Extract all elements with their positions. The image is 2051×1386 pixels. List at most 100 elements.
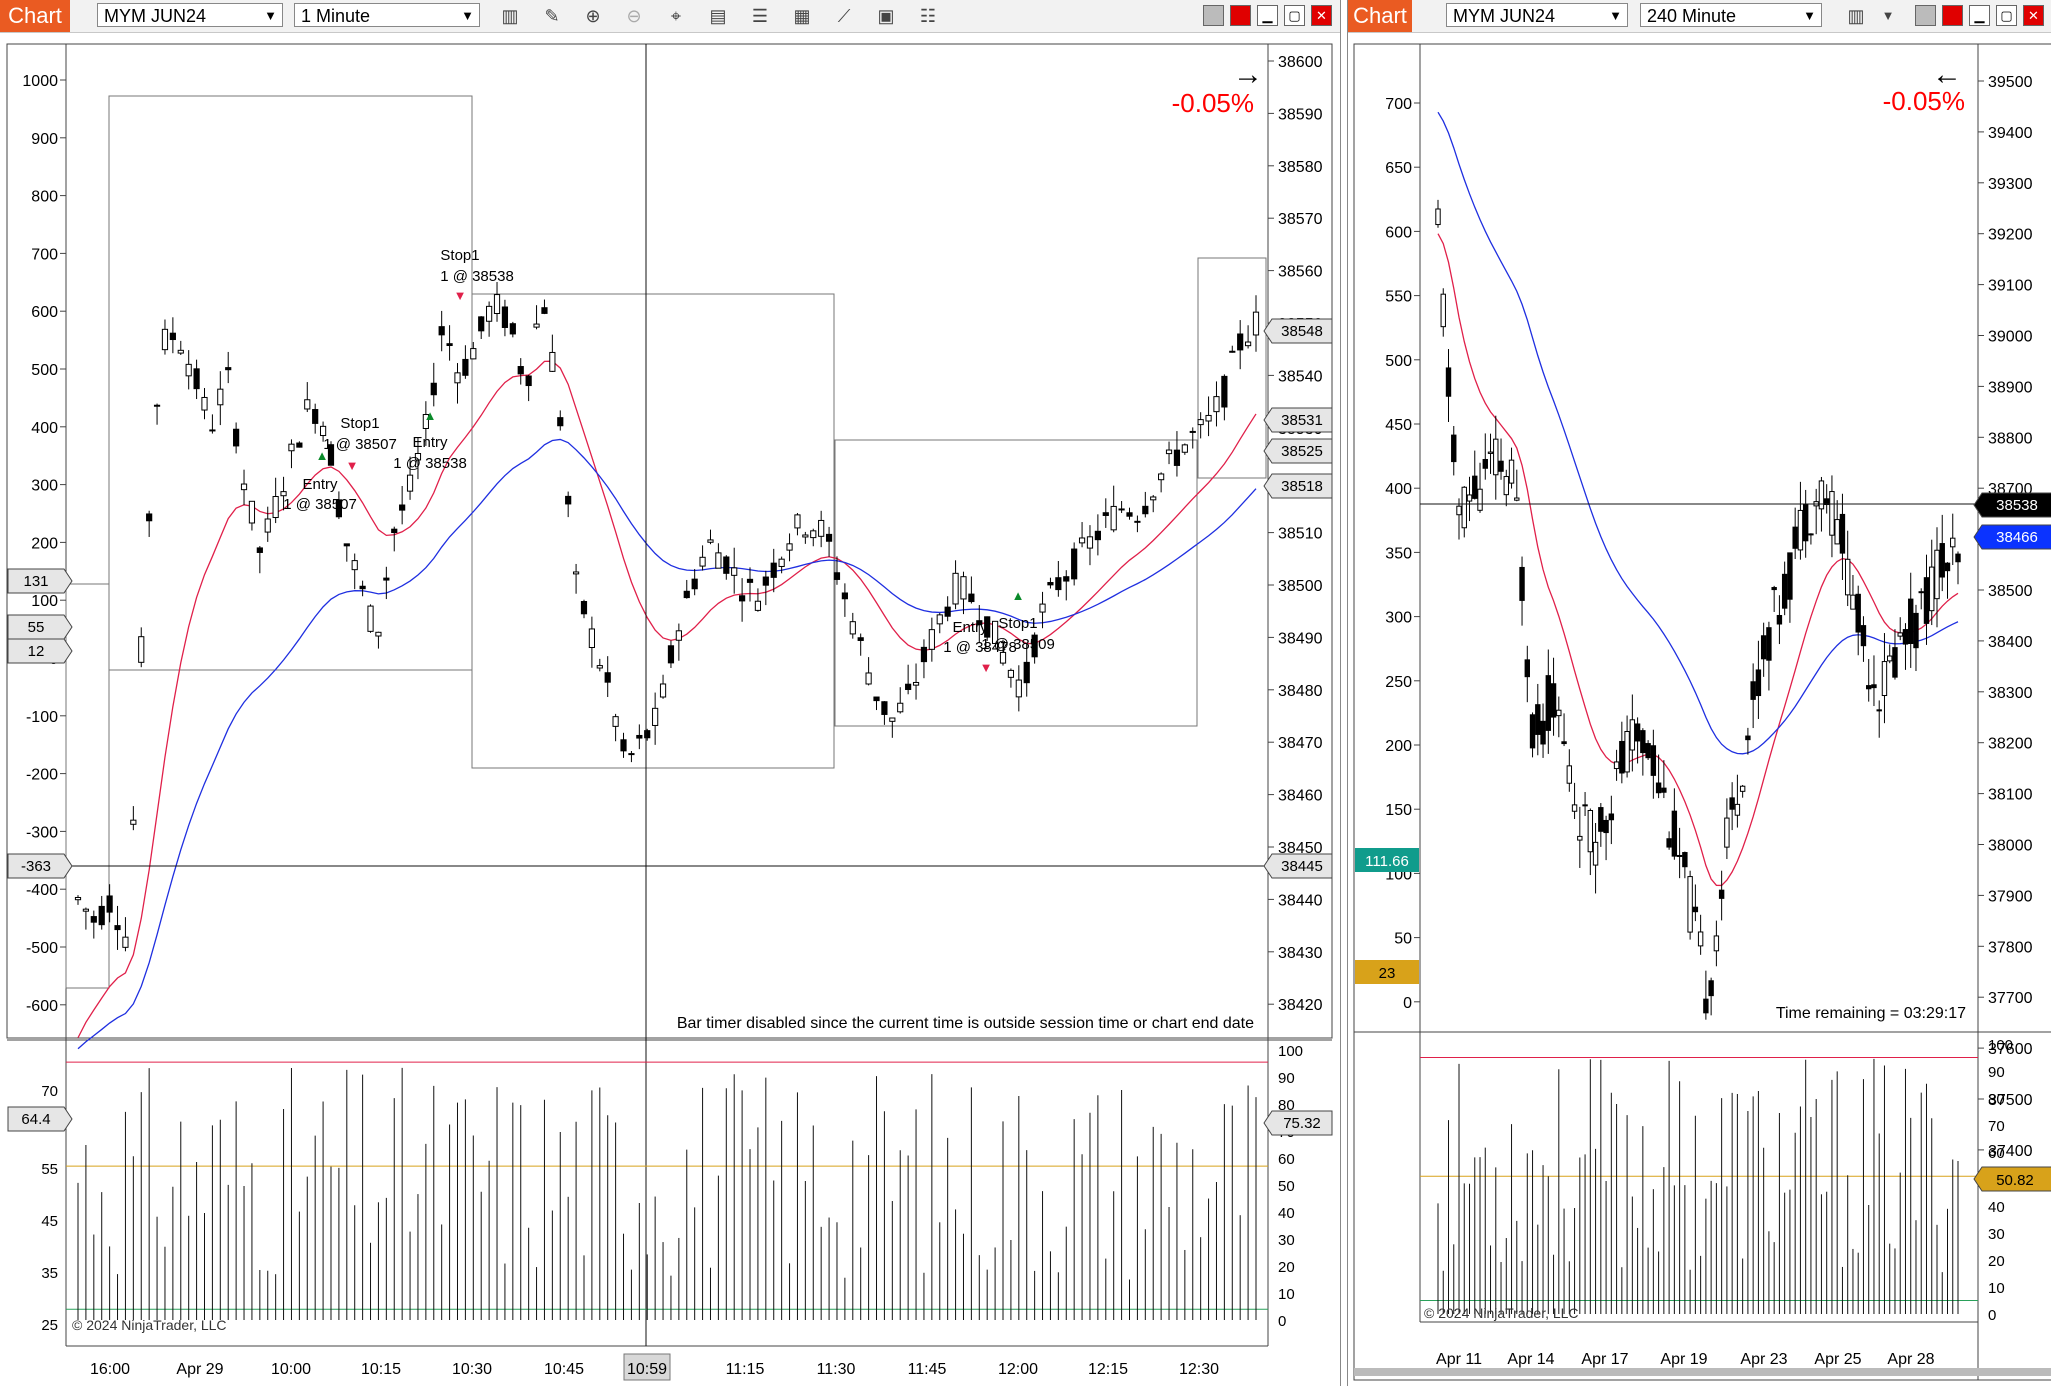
candle <box>1839 513 1846 554</box>
order-detail: 1 @ 38478 <box>943 639 1017 656</box>
volume-tick: 500 <box>1385 353 1412 370</box>
candle <box>201 396 208 411</box>
candle <box>549 351 556 372</box>
candle <box>849 621 856 635</box>
candle <box>1094 530 1101 541</box>
volume-tick: 550 <box>1385 289 1412 306</box>
candle <box>351 560 358 571</box>
price-marker: 38445 <box>1281 858 1323 875</box>
candle <box>739 595 746 602</box>
volume-tick: 100 <box>31 593 58 610</box>
candle <box>486 305 493 322</box>
candle <box>1055 577 1062 591</box>
candle <box>1955 553 1961 563</box>
price-tick: 38800 <box>1988 430 2033 447</box>
candle <box>1781 573 1788 609</box>
candle <box>1466 494 1473 502</box>
candle <box>1181 444 1188 453</box>
volume-tick: 450 <box>1385 417 1412 434</box>
order-annotations: Stop1 1 @ 38538 Stop1 1 @ 38507 Entry 1 @ 385… <box>283 247 1055 675</box>
price-tick: 38430 <box>1278 945 1323 962</box>
candle <box>138 636 145 663</box>
candle <box>1213 396 1220 413</box>
time-label: 11:15 <box>726 1361 765 1378</box>
candle <box>185 363 192 377</box>
candle <box>1571 804 1578 812</box>
order-arrow-icon: ▼ <box>454 288 467 303</box>
candle <box>454 372 461 384</box>
candle <box>256 547 263 553</box>
candle <box>1472 475 1478 499</box>
candle <box>1221 375 1228 408</box>
candles <box>1435 199 1961 1020</box>
copyright: © 2024 NinjaTrader, LLC <box>72 1317 227 1333</box>
candle <box>1435 208 1441 226</box>
candle <box>406 474 414 492</box>
candle <box>430 382 437 396</box>
candle <box>580 601 588 615</box>
candle <box>1519 566 1525 601</box>
indicator-tick: 80 <box>1988 1091 2005 1108</box>
candle <box>1487 451 1494 454</box>
candle <box>1592 841 1599 866</box>
volume-tick: 650 <box>1385 160 1412 177</box>
candle <box>557 417 564 427</box>
order-detail: 1 @ 38507 <box>323 436 397 453</box>
candle <box>1934 549 1940 600</box>
indicator-tick: 0 <box>1278 1313 1286 1330</box>
candle <box>778 558 785 567</box>
indicator-tick: 20 <box>1278 1259 1295 1276</box>
price-marker: 38538 <box>1996 497 2038 514</box>
volume-tick: 250 <box>1385 674 1412 691</box>
range-boxes <box>65 95 1267 989</box>
price-tick: 38200 <box>1988 736 2033 753</box>
candle <box>1477 488 1483 511</box>
chart-canvas-right[interactable]: 39500 39400 39300 39200 39100 39000 38900 38800… <box>1348 0 2051 1386</box>
crosshair <box>66 44 1268 1346</box>
indicator-tick: 50 <box>1278 1178 1295 1195</box>
price-tick: 38600 <box>1278 54 1323 71</box>
candle <box>636 734 643 739</box>
candle <box>905 683 912 690</box>
candle <box>1850 594 1856 610</box>
candle <box>106 895 113 913</box>
candle <box>675 630 682 641</box>
candle <box>659 683 667 698</box>
volume-marker: 55 <box>28 619 45 636</box>
time-label: Apr 11 <box>1436 1351 1482 1368</box>
candle <box>1703 998 1709 1014</box>
time-label: 12:15 <box>1088 1361 1128 1378</box>
order-arrow-icon: ▲ <box>316 448 329 463</box>
indicator-right-marker: 50.82 <box>1996 1172 2034 1189</box>
candle <box>1237 333 1244 351</box>
volume-tick: -100 <box>26 709 58 726</box>
ema-lines <box>77 360 1257 1050</box>
price-tick: 38540 <box>1278 368 1323 385</box>
candle <box>1608 813 1615 821</box>
candle <box>1818 480 1825 510</box>
candle <box>1556 709 1562 717</box>
chart-canvas-left[interactable]: 3860038590385803857038560385503854038530… <box>0 0 1340 1386</box>
indicator-tick: 40 <box>1278 1205 1295 1222</box>
candle <box>1508 459 1515 484</box>
candle <box>699 556 706 567</box>
arrow-left-icon: ← <box>1932 58 1962 91</box>
volume-tick: 700 <box>1385 96 1412 113</box>
candle <box>1134 520 1141 523</box>
candle <box>1126 512 1133 517</box>
time-label: 12:30 <box>1179 1361 1219 1378</box>
candle <box>114 925 121 931</box>
candle <box>1461 486 1467 529</box>
candle <box>604 672 611 683</box>
order-label: Entry <box>952 619 988 636</box>
volume-marker: 23 <box>1379 965 1396 982</box>
candle <box>1750 681 1756 700</box>
candle <box>628 753 635 756</box>
candle <box>802 534 809 538</box>
candle <box>177 349 184 354</box>
change-percent: -0.05% <box>1172 88 1254 118</box>
range-box <box>108 95 473 671</box>
price-tick: 38420 <box>1278 997 1323 1014</box>
order-detail: 1 @ 38538 <box>440 268 514 285</box>
volume-tick: -500 <box>26 940 58 957</box>
